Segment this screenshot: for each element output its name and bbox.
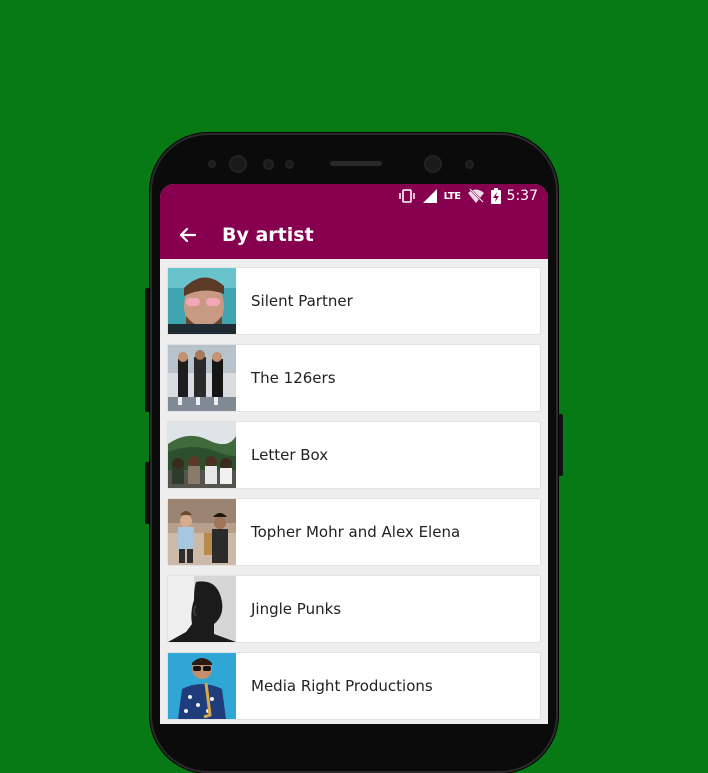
front-camera-icon bbox=[424, 155, 442, 173]
artist-name: Silent Partner bbox=[251, 292, 353, 310]
artist-photo bbox=[168, 653, 236, 719]
iris-camera-icon bbox=[229, 155, 247, 173]
artist-photo bbox=[168, 422, 236, 488]
sensor-icon bbox=[465, 160, 474, 169]
battery-charging-icon bbox=[490, 187, 501, 205]
page-title: By artist bbox=[222, 224, 314, 246]
artist-photo bbox=[168, 499, 236, 565]
artist-name: Media Right Productions bbox=[251, 677, 433, 695]
status-time: 5:37 bbox=[506, 188, 538, 204]
artist-row[interactable]: The 126ers bbox=[167, 344, 541, 412]
artist-list: Silent Partner The 126ers Letter Box Top… bbox=[160, 259, 548, 720]
phone-screen: LTE 5:37 By artist Silent Partner The 12… bbox=[160, 184, 548, 724]
status-bar: LTE 5:37 bbox=[160, 184, 548, 208]
artist-photo bbox=[168, 576, 236, 642]
artist-photo bbox=[168, 268, 236, 334]
artist-row[interactable]: Silent Partner bbox=[167, 267, 541, 335]
arrow-left-icon bbox=[179, 227, 197, 243]
artist-row[interactable]: Media Right Productions bbox=[167, 652, 541, 720]
artist-name: Topher Mohr and Alex Elena bbox=[251, 523, 461, 541]
lte-icon: LTE bbox=[443, 190, 461, 202]
vibrate-icon bbox=[398, 187, 416, 205]
back-button[interactable] bbox=[174, 221, 202, 249]
earpiece-speaker bbox=[330, 161, 382, 166]
toolbar: By artist bbox=[160, 221, 548, 249]
artist-name: Letter Box bbox=[251, 446, 329, 464]
app-bar: LTE 5:37 By artist bbox=[160, 184, 548, 259]
artist-name: Jingle Punks bbox=[251, 600, 342, 618]
artist-row[interactable]: Letter Box bbox=[167, 421, 541, 489]
sensor-icon bbox=[285, 160, 294, 169]
artist-row[interactable]: Topher Mohr and Alex Elena bbox=[167, 498, 541, 566]
sensor-icon bbox=[208, 160, 216, 168]
artist-row[interactable]: Jingle Punks bbox=[167, 575, 541, 643]
artist-photo bbox=[168, 345, 236, 411]
signal-icon bbox=[422, 187, 438, 205]
sensor-icon bbox=[263, 159, 274, 170]
wifi-off-icon bbox=[467, 187, 485, 205]
artist-name: The 126ers bbox=[251, 369, 336, 387]
